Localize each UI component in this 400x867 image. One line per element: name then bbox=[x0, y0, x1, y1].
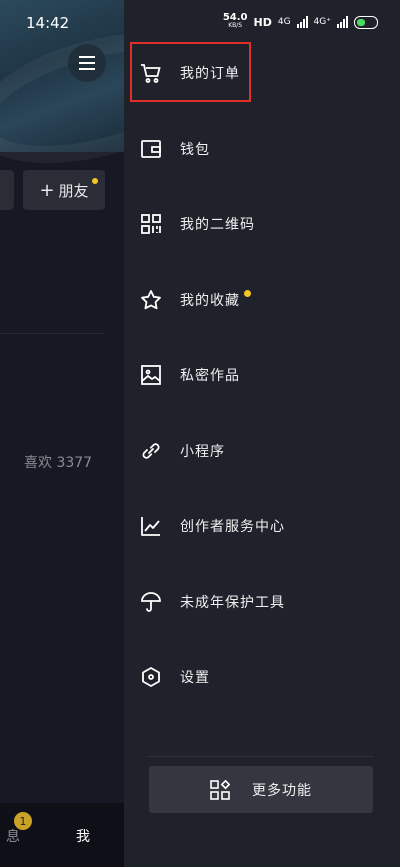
drawer-item-label: 小程序 bbox=[180, 444, 225, 460]
drawer-item-settings[interactable]: 设置 bbox=[138, 657, 388, 697]
drawer-item-creator-center[interactable]: 创作者服务中心 bbox=[138, 506, 388, 546]
signal-icon bbox=[337, 16, 348, 28]
more-features-button[interactable]: 更多功能 bbox=[149, 766, 373, 813]
signal-icon bbox=[296, 16, 308, 28]
likes-tab[interactable]: 喜欢 3377 bbox=[24, 452, 92, 472]
add-friend-label: 朋友 bbox=[58, 181, 89, 200]
menu-button[interactable] bbox=[68, 44, 106, 82]
network-speed: 54.0 KB/S bbox=[222, 12, 248, 30]
drawer-item-label: 私密作品 bbox=[180, 368, 240, 384]
battery-icon bbox=[354, 15, 378, 29]
plus-icon: + bbox=[39, 179, 55, 201]
drawer-item-qr-code[interactable]: 我的二维码 bbox=[138, 204, 388, 244]
new-dot bbox=[244, 289, 251, 297]
drawer-item-label: 设置 bbox=[180, 670, 210, 686]
network-type-2: 4G⁺ bbox=[313, 17, 331, 27]
profile-background-panel: + 朋友 喜欢 3377 息 1 我 bbox=[0, 0, 124, 867]
drawer-item-minor-protection[interactable]: 未成年保护工具 bbox=[138, 582, 388, 622]
link-icon bbox=[140, 440, 162, 462]
star-icon bbox=[140, 289, 162, 311]
umbrella-icon bbox=[140, 591, 162, 613]
drawer-item-favorites[interactable]: 我的收藏 bbox=[138, 280, 388, 320]
hamburger-icon bbox=[79, 54, 95, 72]
chart-icon bbox=[140, 515, 162, 537]
more-features-label: 更多功能 bbox=[252, 782, 312, 799]
divider bbox=[148, 756, 374, 757]
edit-profile-button[interactable] bbox=[0, 170, 14, 210]
side-drawer: 我的订单 钱包 我的二维码 我的收藏 私密作品 小程序 创作者服务中心 未成年保… bbox=[124, 0, 400, 867]
notification-dot bbox=[92, 178, 98, 184]
network-speed-value: 54.0 bbox=[222, 12, 248, 23]
apps-icon bbox=[210, 779, 230, 800]
hd-icon: HD bbox=[253, 15, 272, 29]
drawer-item-label: 钱包 bbox=[180, 142, 210, 158]
settings-icon bbox=[140, 666, 162, 688]
status-bar: 14:42 54.0 KB/S HD 4G 4G⁺ bbox=[0, 0, 400, 44]
network-speed-unit: KB/S bbox=[228, 22, 243, 29]
drawer-item-label: 我的收藏 bbox=[180, 293, 240, 309]
drawer-item-label: 我的二维码 bbox=[180, 217, 255, 233]
status-time: 14:42 bbox=[26, 14, 70, 32]
qr-code-icon bbox=[140, 213, 162, 235]
drawer-item-label: 未成年保护工具 bbox=[180, 595, 285, 611]
drawer-item-wallet[interactable]: 钱包 bbox=[138, 129, 388, 169]
add-friend-button[interactable]: + 朋友 bbox=[23, 170, 105, 210]
highlight-box bbox=[130, 42, 251, 102]
network-type-1: 4G bbox=[277, 17, 291, 27]
drawer-item-mini-programs[interactable]: 小程序 bbox=[138, 431, 388, 471]
message-badge: 1 bbox=[14, 812, 32, 830]
image-icon bbox=[140, 364, 162, 386]
drawer-item-label: 创作者服务中心 bbox=[180, 519, 285, 535]
wallet-icon bbox=[140, 138, 162, 160]
drawer-item-private-works[interactable]: 私密作品 bbox=[138, 355, 388, 395]
nav-me[interactable]: 我 bbox=[76, 826, 90, 846]
divider bbox=[0, 333, 104, 334]
status-icons: 54.0 KB/S HD 4G 4G⁺ bbox=[222, 12, 378, 30]
